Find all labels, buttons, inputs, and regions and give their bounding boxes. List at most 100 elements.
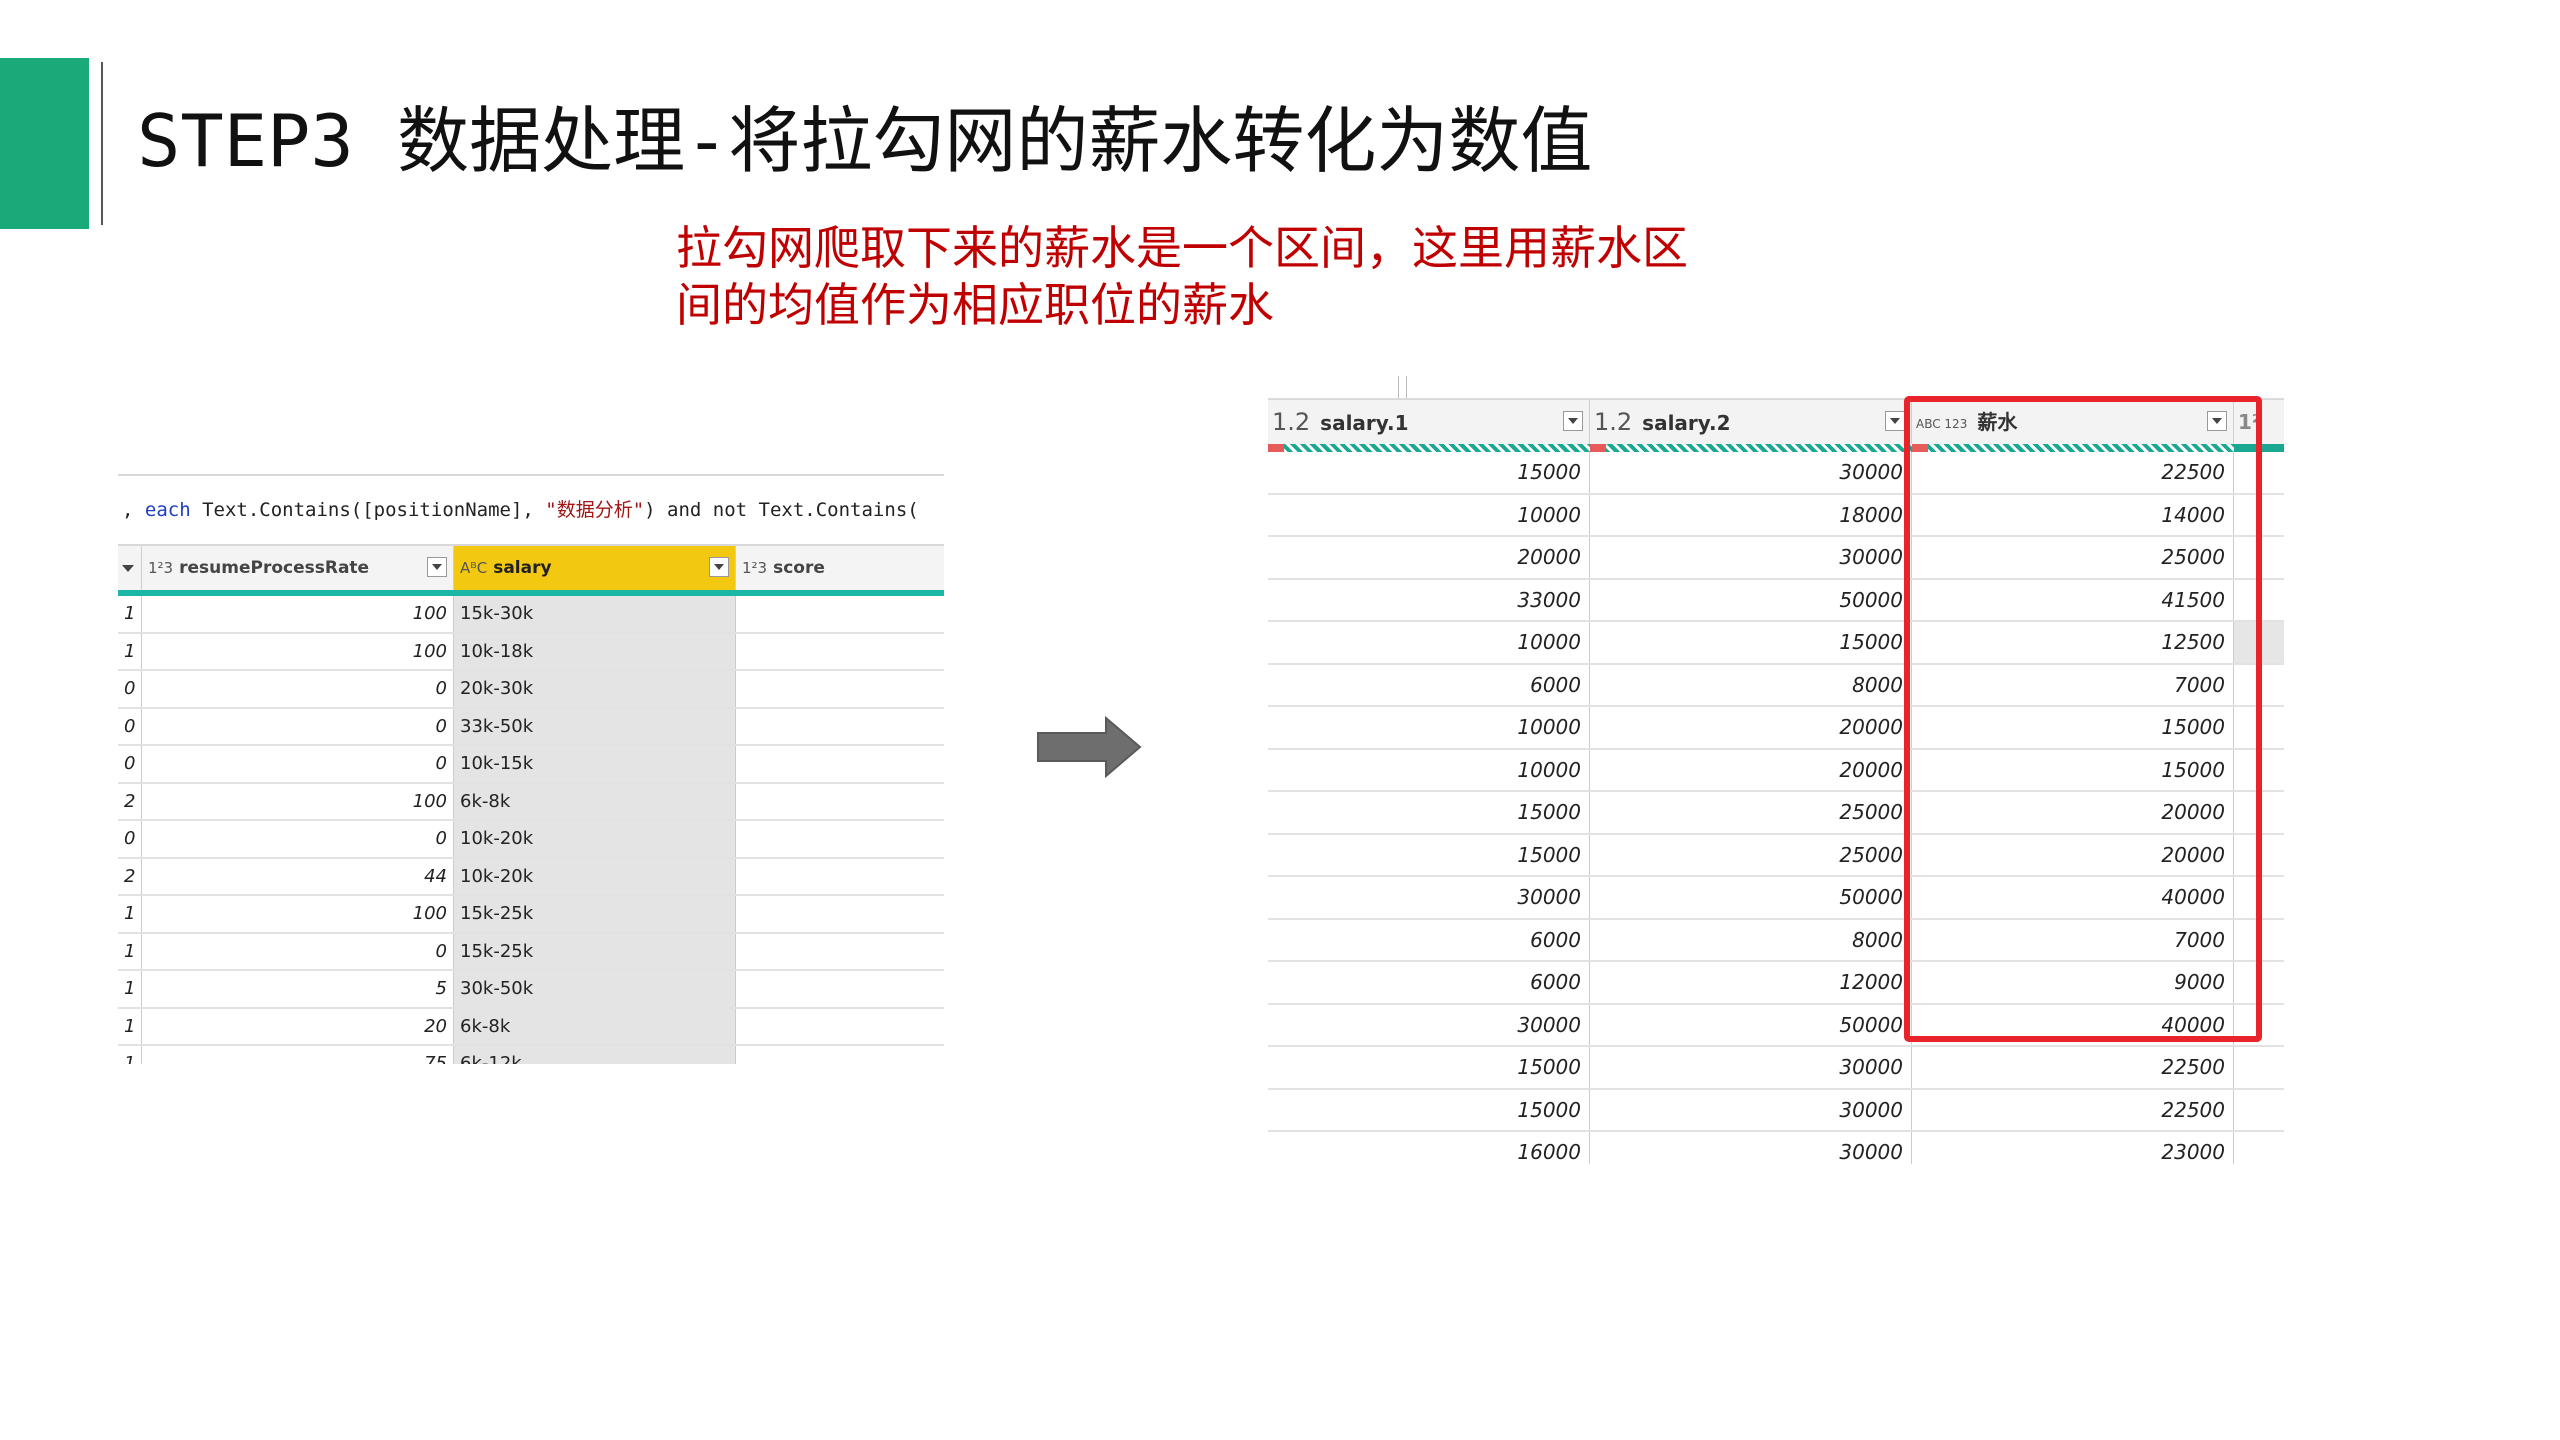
cell-pay[interactable]: 23000 — [1912, 1132, 2234, 1164]
cell-next[interactable] — [2234, 580, 2284, 621]
cell-score[interactable] — [736, 596, 944, 632]
cell-next[interactable] — [2234, 622, 2284, 663]
cell-salary-2[interactable]: 30000 — [1590, 452, 1912, 493]
cell-salary-1[interactable]: 20000 — [1268, 537, 1590, 578]
cell-rate[interactable]: 5 — [142, 971, 454, 1007]
cell-salary-2[interactable]: 30000 — [1590, 1089, 1912, 1130]
cell-rate[interactable]: 44 — [142, 858, 454, 894]
cell-score[interactable] — [736, 784, 944, 820]
cell-salary-2[interactable]: 15000 — [1590, 622, 1912, 663]
cell-salary[interactable]: 6k-8k — [454, 783, 736, 819]
cell-index[interactable]: 1 — [118, 1046, 142, 1064]
cell-salary-1[interactable]: 6000 — [1268, 962, 1590, 1003]
filter-dropdown-icon[interactable] — [1563, 411, 1583, 431]
cell-pay[interactable]: 7000 — [1912, 664, 2234, 705]
cell-pay[interactable]: 22500 — [1912, 1047, 2234, 1088]
number-type-icon[interactable]: 1² — [2238, 410, 2261, 434]
cell-index[interactable]: 1 — [118, 971, 142, 1007]
cell-rate[interactable]: 0 — [142, 746, 454, 782]
cell-salary-2[interactable]: 8000 — [1590, 664, 1912, 705]
cell-salary[interactable]: 10k-20k — [454, 858, 736, 894]
cell-pay[interactable]: 22500 — [1912, 1089, 2234, 1130]
cell-pay[interactable]: 22500 — [1912, 452, 2234, 493]
cell-salary-2[interactable]: 25000 — [1590, 834, 1912, 875]
cell-pay[interactable]: 40000 — [1912, 1004, 2234, 1045]
cell-salary-1[interactable]: 16000 — [1268, 1132, 1590, 1164]
collapsed-column-header[interactable] — [118, 546, 142, 590]
cell-score[interactable] — [736, 746, 944, 782]
cell-pay[interactable]: 40000 — [1912, 877, 2234, 918]
cell-salary[interactable]: 6k-8k — [454, 1008, 736, 1044]
cell-pay[interactable]: 20000 — [1912, 834, 2234, 875]
cell-salary-1[interactable]: 10000 — [1268, 622, 1590, 663]
cell-salary-2[interactable]: 12000 — [1590, 962, 1912, 1003]
cell-index[interactable]: 1 — [118, 896, 142, 932]
cell-next[interactable] — [2234, 962, 2284, 1003]
cell-salary[interactable]: 15k-25k — [454, 896, 736, 932]
cell-index[interactable]: 2 — [118, 858, 142, 894]
cell-salary-1[interactable]: 33000 — [1268, 579, 1590, 620]
formula-bar[interactable]: , each Text.Contains([positionName], "数据… — [118, 474, 944, 546]
cell-pay[interactable]: 41500 — [1912, 579, 2234, 620]
cell-salary-1[interactable]: 15000 — [1268, 834, 1590, 875]
cell-salary[interactable]: 33k-50k — [454, 708, 736, 744]
cell-index[interactable]: 1 — [118, 596, 142, 632]
text-type-icon[interactable]: AᴮC — [460, 559, 487, 577]
filter-dropdown-icon[interactable] — [427, 557, 447, 577]
cell-next[interactable] — [2234, 835, 2284, 876]
cell-index[interactable]: 0 — [118, 746, 142, 782]
cell-pay[interactable]: 7000 — [1912, 919, 2234, 960]
cell-next[interactable] — [2234, 495, 2284, 536]
cell-rate[interactable]: 0 — [142, 933, 454, 969]
cell-salary-1[interactable]: 10000 — [1268, 707, 1590, 748]
cell-rate[interactable]: 75 — [142, 1046, 454, 1064]
any-type-icon[interactable]: ABC 123 — [1916, 418, 1967, 430]
cell-salary[interactable]: 10k-18k — [454, 633, 736, 669]
column-header-salary[interactable]: AᴮC salary — [454, 546, 736, 590]
cell-salary[interactable]: 10k-15k — [454, 746, 736, 782]
cell-pay[interactable]: 12500 — [1912, 622, 2234, 663]
cell-score[interactable] — [736, 896, 944, 932]
cell-salary-2[interactable]: 30000 — [1590, 537, 1912, 578]
cell-salary-2[interactable]: 18000 — [1590, 494, 1912, 535]
cell-salary-1[interactable]: 15000 — [1268, 452, 1590, 493]
column-header-next[interactable]: 1² — [2234, 400, 2284, 444]
cell-salary[interactable]: 15k-30k — [454, 596, 736, 632]
cell-salary-2[interactable]: 20000 — [1590, 749, 1912, 790]
cell-salary-2[interactable]: 50000 — [1590, 579, 1912, 620]
cell-score[interactable] — [736, 671, 944, 707]
cell-score[interactable] — [736, 634, 944, 670]
cell-salary-2[interactable]: 25000 — [1590, 792, 1912, 833]
cell-pay[interactable]: 15000 — [1912, 749, 2234, 790]
column-header-score[interactable]: 1²3 score — [736, 546, 944, 590]
cell-salary[interactable]: 15k-25k — [454, 933, 736, 969]
cell-next[interactable] — [2234, 1047, 2284, 1088]
cell-salary-1[interactable]: 6000 — [1268, 664, 1590, 705]
cell-next[interactable] — [2234, 750, 2284, 791]
cell-rate[interactable]: 100 — [142, 596, 454, 632]
cell-score[interactable] — [736, 934, 944, 970]
number-type-icon[interactable]: 1²3 — [742, 559, 767, 577]
cell-salary-1[interactable]: 30000 — [1268, 1004, 1590, 1045]
cell-next[interactable] — [2234, 1005, 2284, 1046]
cell-rate[interactable]: 0 — [142, 821, 454, 857]
cell-rate[interactable]: 20 — [142, 1008, 454, 1044]
cell-next[interactable] — [2234, 877, 2284, 918]
cell-salary-2[interactable]: 30000 — [1590, 1047, 1912, 1088]
cell-salary-1[interactable]: 10000 — [1268, 749, 1590, 790]
cell-next[interactable] — [2234, 537, 2284, 578]
cell-index[interactable]: 0 — [118, 671, 142, 707]
cell-salary-1[interactable]: 10000 — [1268, 494, 1590, 535]
cell-score[interactable] — [736, 859, 944, 895]
cell-pay[interactable]: 15000 — [1912, 707, 2234, 748]
cell-salary-1[interactable]: 15000 — [1268, 1089, 1590, 1130]
column-header-salary-2[interactable]: 1.2 salary.2 — [1590, 400, 1912, 444]
cell-next[interactable] — [2234, 707, 2284, 748]
cell-score[interactable] — [736, 709, 944, 745]
cell-salary[interactable]: 30k-50k — [454, 971, 736, 1007]
cell-score[interactable] — [736, 821, 944, 857]
cell-salary-2[interactable]: 20000 — [1590, 707, 1912, 748]
cell-pay[interactable]: 25000 — [1912, 537, 2234, 578]
chevron-down-icon[interactable] — [122, 564, 134, 572]
cell-salary-2[interactable]: 50000 — [1590, 877, 1912, 918]
